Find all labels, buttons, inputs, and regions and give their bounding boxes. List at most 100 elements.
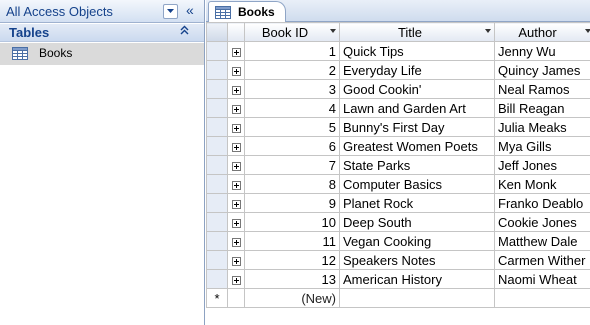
record-selector[interactable]	[206, 155, 228, 175]
cell-author[interactable]: Matthew Dale	[494, 231, 590, 251]
nav-pane-title[interactable]: All Access Objects	[6, 4, 113, 19]
cell-title[interactable]: Good Cookin'	[339, 79, 495, 99]
subdatasheet-expand-cell[interactable]	[227, 41, 245, 61]
cell-author[interactable]: Carmen Wither	[494, 250, 590, 270]
cell-book-id[interactable]: 8	[244, 174, 340, 194]
cell-title[interactable]: Vegan Cooking	[339, 231, 495, 251]
record-selector[interactable]	[206, 269, 228, 289]
cell-book-id[interactable]: 7	[244, 155, 340, 175]
record-selector[interactable]	[206, 212, 228, 232]
cell-title[interactable]: Computer Basics	[339, 174, 495, 194]
subdatasheet-expand-cell[interactable]	[227, 98, 245, 118]
cell-book-id[interactable]: 9	[244, 193, 340, 213]
cell-book-id[interactable]: 6	[244, 136, 340, 156]
plus-expand-icon[interactable]	[231, 104, 241, 114]
cell-title[interactable]: Planet Rock	[339, 193, 495, 213]
cell-title[interactable]: Quick Tips	[339, 41, 495, 61]
sort-dropdown-icon[interactable]	[485, 29, 491, 33]
subdatasheet-expand-cell[interactable]	[227, 193, 245, 213]
nav-pane-header[interactable]: All Access Objects «	[0, 0, 204, 23]
new-record-marker[interactable]: *	[206, 288, 228, 308]
cell-title[interactable]: Lawn and Garden Art	[339, 98, 495, 118]
record-selector[interactable]	[206, 174, 228, 194]
cell-book-id[interactable]: 11	[244, 231, 340, 251]
column-header-book-id[interactable]: Book ID	[244, 22, 340, 42]
new-record-id-placeholder[interactable]: (New)	[244, 288, 340, 308]
cell-title[interactable]: Bunny's First Day	[339, 117, 495, 137]
subdatasheet-expand-cell[interactable]	[227, 136, 245, 156]
cell-book-id[interactable]: 5	[244, 117, 340, 137]
double-chevron-up-icon[interactable]	[180, 24, 189, 39]
cell-author[interactable]: Ken Monk	[494, 174, 590, 194]
cell-author[interactable]: Jenny Wu	[494, 41, 590, 61]
plus-expand-icon[interactable]	[231, 66, 241, 76]
record-selector[interactable]	[206, 193, 228, 213]
shutter-bar-close-button[interactable]: «	[186, 2, 194, 18]
column-header-title[interactable]: Title	[339, 22, 495, 42]
record-selector[interactable]	[206, 250, 228, 270]
nav-pane-menu-button[interactable]	[163, 4, 178, 19]
plus-expand-icon[interactable]	[231, 85, 241, 95]
new-record-title-cell[interactable]	[339, 288, 495, 308]
subdatasheet-expand-cell[interactable]	[227, 269, 245, 289]
cell-book-id[interactable]: 3	[244, 79, 340, 99]
cell-author[interactable]: Naomi Wheat	[494, 269, 590, 289]
cell-book-id[interactable]: 13	[244, 269, 340, 289]
subdatasheet-expand-cell[interactable]	[227, 231, 245, 251]
cell-title[interactable]: American History	[339, 269, 495, 289]
plus-expand-icon[interactable]	[231, 180, 241, 190]
cell-author[interactable]: Julia Meaks	[494, 117, 590, 137]
record-selector[interactable]	[206, 136, 228, 156]
expand-column-header[interactable]	[227, 22, 245, 42]
cell-author[interactable]: Mya Gills	[494, 136, 590, 156]
plus-expand-icon[interactable]	[231, 275, 241, 285]
cell-book-id[interactable]: 2	[244, 60, 340, 80]
plus-expand-icon[interactable]	[231, 142, 241, 152]
cell-book-id[interactable]: 10	[244, 212, 340, 232]
record-selector[interactable]	[206, 231, 228, 251]
cell-title[interactable]: Deep South	[339, 212, 495, 232]
record-selector[interactable]	[206, 41, 228, 61]
record-selector[interactable]	[206, 79, 228, 99]
subdatasheet-expand-cell[interactable]	[227, 212, 245, 232]
nav-group-header-tables[interactable]: Tables	[0, 24, 204, 42]
new-record-author-cell[interactable]	[494, 288, 590, 308]
cell-title[interactable]: Speakers Notes	[339, 250, 495, 270]
record-selector[interactable]	[206, 60, 228, 80]
record-selector[interactable]	[206, 98, 228, 118]
plus-expand-icon[interactable]	[231, 123, 241, 133]
plus-expand-icon[interactable]	[231, 237, 241, 247]
cell-title[interactable]: State Parks	[339, 155, 495, 175]
cell-book-id[interactable]: 12	[244, 250, 340, 270]
select-all-button[interactable]	[206, 22, 228, 42]
subdatasheet-expand-cell[interactable]	[227, 155, 245, 175]
subdatasheet-expand-cell[interactable]	[227, 250, 245, 270]
cell-author[interactable]: Cookie Jones	[494, 212, 590, 232]
cell-author[interactable]: Jeff Jones	[494, 155, 590, 175]
subdatasheet-expand-cell[interactable]	[227, 60, 245, 80]
subdatasheet-expand-cell[interactable]	[227, 117, 245, 137]
new-record-expand-cell[interactable]	[227, 288, 245, 308]
tab-books[interactable]: Books	[208, 1, 286, 23]
new-record-row[interactable]: * (New)	[206, 288, 590, 308]
column-header-author[interactable]: Author	[494, 22, 590, 42]
cell-author[interactable]: Franko Deablo	[494, 193, 590, 213]
sort-dropdown-icon[interactable]	[330, 29, 336, 33]
plus-expand-icon[interactable]	[231, 256, 241, 266]
cell-book-id[interactable]: 4	[244, 98, 340, 118]
sort-dropdown-icon[interactable]	[585, 29, 590, 33]
cell-book-id[interactable]: 1	[244, 41, 340, 61]
plus-expand-icon[interactable]	[231, 161, 241, 171]
cell-title[interactable]: Greatest Women Poets	[339, 136, 495, 156]
cell-author[interactable]: Bill Reagan	[494, 98, 590, 118]
nav-item-books-table[interactable]: Books	[0, 43, 204, 65]
cell-title[interactable]: Everyday Life	[339, 60, 495, 80]
cell-author[interactable]: Neal Ramos	[494, 79, 590, 99]
subdatasheet-expand-cell[interactable]	[227, 174, 245, 194]
plus-expand-icon[interactable]	[231, 199, 241, 209]
record-selector[interactable]	[206, 117, 228, 137]
cell-author[interactable]: Quincy James	[494, 60, 590, 80]
plus-expand-icon[interactable]	[231, 218, 241, 228]
subdatasheet-expand-cell[interactable]	[227, 79, 245, 99]
plus-expand-icon[interactable]	[231, 47, 241, 57]
